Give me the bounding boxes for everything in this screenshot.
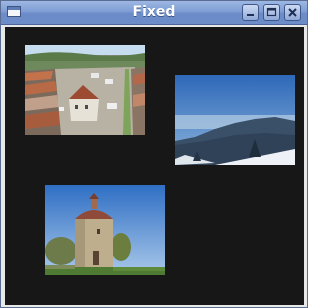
minimize-button[interactable]	[242, 4, 259, 21]
town-square-photo	[25, 45, 145, 135]
fixed-container	[5, 27, 304, 305]
mountain-photo	[175, 75, 295, 165]
tower-photo	[45, 185, 165, 275]
maximize-button[interactable]	[263, 4, 280, 21]
title-bar[interactable]: Fixed	[1, 1, 307, 25]
maximize-icon	[266, 7, 277, 17]
window-title: Fixed	[132, 4, 176, 20]
close-icon	[288, 8, 297, 17]
close-button[interactable]	[284, 4, 301, 21]
application-window: Fixed	[0, 0, 308, 308]
minimize-icon	[247, 14, 254, 16]
